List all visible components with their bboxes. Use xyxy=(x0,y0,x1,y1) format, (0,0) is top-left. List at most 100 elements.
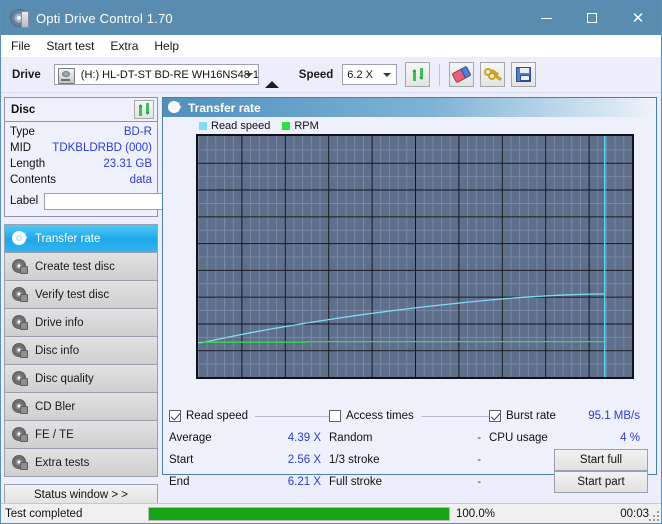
window-controls: ✕ xyxy=(523,1,661,35)
read-speed-header: Read speed xyxy=(169,410,329,422)
access-times-label: Access times xyxy=(346,410,414,422)
right-panel: Transfer rate Read speed RPM 2 X4 X6 X8 … xyxy=(161,93,661,493)
disc-row-contents: Contents data xyxy=(10,172,152,188)
drive-select-value: (H:) HL-DT-ST BD-RE WH16NS48 1.D3 xyxy=(80,68,258,81)
start-full-button[interactable]: Start full xyxy=(554,449,648,471)
burst-rate-value: 95.1 MB/s xyxy=(588,410,640,422)
speed-select[interactable]: 6.2 X xyxy=(342,64,398,85)
sidebar-item-disc-info[interactable]: Disc info xyxy=(5,337,157,365)
legend-label-read-speed: Read speed xyxy=(211,120,271,132)
series-rpm xyxy=(201,341,605,343)
app-window: Opti Drive Control 1.70 ✕ File Start tes… xyxy=(0,0,662,524)
save-icon xyxy=(516,67,532,82)
eject-button[interactable] xyxy=(264,68,287,88)
sidebar-item-create-test-disc[interactable]: Create test disc xyxy=(5,253,157,281)
sidebar-item-drive-info[interactable]: Drive info xyxy=(5,309,157,337)
status-message: Test completed xyxy=(5,507,83,520)
sidebar-item-fe-te[interactable]: FE / TE xyxy=(5,421,157,449)
save-button[interactable] xyxy=(511,62,537,87)
start-full-wrap: Start full xyxy=(489,449,648,471)
read-speed-label: Read speed xyxy=(186,410,249,422)
disc-label-label: Label xyxy=(10,195,39,207)
keys-icon xyxy=(484,67,503,82)
maximize-icon xyxy=(587,13,597,23)
disc-row-length: Length 23.31 GB xyxy=(10,156,152,172)
close-icon: ✕ xyxy=(631,10,645,27)
y-tick-mark xyxy=(196,190,198,191)
stats-row-3: End 6.21 X Full stroke - Start part xyxy=(169,471,648,493)
eraser-icon xyxy=(451,65,472,84)
sidebar-item-cd-bler[interactable]: CD Bler xyxy=(5,393,157,421)
main-body: Disc Type BD-R MID TDKBLDRBD (000) Lengt… xyxy=(1,93,661,506)
stats-row-2: Start 2.56 X 1/3 stroke - Start full xyxy=(169,449,648,471)
refresh-button[interactable] xyxy=(405,62,431,87)
maximize-button[interactable] xyxy=(569,1,615,35)
start-label: Start xyxy=(169,454,194,466)
menu-help[interactable]: Help xyxy=(154,35,179,57)
y-tick-mark-minor xyxy=(196,203,198,204)
resize-grip-icon[interactable] xyxy=(648,510,659,521)
end-row: End 6.21 X xyxy=(169,476,329,488)
transfer-rate-panel: Transfer rate Read speed RPM 2 X4 X6 X8 … xyxy=(162,97,657,493)
disc-refresh-button[interactable] xyxy=(134,100,154,119)
left-panel: Disc Type BD-R MID TDKBLDRBD (000) Lengt… xyxy=(1,93,247,506)
settings-keys-button[interactable] xyxy=(480,62,506,87)
stats-row-1: Average 4.39 X Random - CPU usage 4 % xyxy=(169,427,648,449)
sidebar-label: FE / TE xyxy=(35,428,74,441)
start-row: Start 2.56 X xyxy=(169,454,329,466)
progress-percent: 100.0% xyxy=(456,507,496,520)
chart-plot-area[interactable]: 2 X4 X6 X8 X10 X12 X14 X16 X18 X0.02.55.… xyxy=(196,134,634,379)
progress-bar xyxy=(148,506,450,521)
elapsed-time: 00:03 xyxy=(620,507,649,520)
minimize-button[interactable] xyxy=(523,1,569,35)
third-stroke-row: 1/3 stroke - xyxy=(329,454,489,466)
third-stroke-value: - xyxy=(477,454,481,466)
burst-rate-checkbox[interactable] xyxy=(489,410,501,422)
window-title: Opti Drive Control 1.70 xyxy=(36,10,173,26)
y-tick-mark xyxy=(196,137,198,138)
sidebar-item-disc-quality[interactable]: Disc quality xyxy=(5,365,157,393)
y-tick-mark xyxy=(196,324,198,325)
cd-bler-icon xyxy=(12,399,28,414)
y-tick-mark-minor xyxy=(196,311,198,312)
drive-label: Drive xyxy=(12,68,41,81)
transfer-rate-icon xyxy=(12,231,28,246)
third-stroke-label: 1/3 stroke xyxy=(329,454,380,466)
sidebar-label: CD Bler xyxy=(35,400,76,413)
menu-extra[interactable]: Extra xyxy=(110,35,138,57)
menu-start-test[interactable]: Start test xyxy=(46,35,94,57)
access-times-header: Access times xyxy=(329,410,489,422)
erase-button[interactable] xyxy=(449,62,475,87)
random-row: Random - xyxy=(329,432,489,444)
chevron-down-icon xyxy=(244,72,253,77)
sidebar-item-extra-tests[interactable]: Extra tests xyxy=(5,449,157,477)
y-tick-mark-minor xyxy=(196,337,198,338)
chart-title: Transfer rate xyxy=(188,100,261,115)
disc-panel-header: Disc xyxy=(5,98,157,122)
y-tick-mark xyxy=(196,297,198,298)
y-tick-mark-minor xyxy=(196,257,198,258)
full-stroke-value: - xyxy=(477,476,481,488)
chevron-down-icon xyxy=(383,72,392,77)
start-part-button[interactable]: Start part xyxy=(554,471,648,493)
y-tick-mark-minor xyxy=(196,284,198,285)
extra-tests-icon xyxy=(12,455,28,470)
menu-file[interactable]: File xyxy=(11,35,30,57)
disc-contents-value: data xyxy=(129,174,152,186)
sidebar-label: Transfer rate xyxy=(35,232,101,245)
sidebar-item-transfer-rate[interactable]: Transfer rate xyxy=(5,225,157,253)
end-value: 6.21 X xyxy=(287,476,321,488)
sidebar-item-verify-test-disc[interactable]: Verify test disc xyxy=(5,281,157,309)
y-tick-mark-minor xyxy=(196,230,198,231)
burst-rate-header: Burst rate 95.1 MB/s xyxy=(489,410,648,422)
chart-svg xyxy=(198,136,632,377)
disc-mid-label: MID xyxy=(10,142,32,154)
toolbar-divider xyxy=(439,63,441,86)
sidebar-label: Extra tests xyxy=(35,456,90,469)
legend-label-rpm: RPM xyxy=(294,120,319,132)
sidebar-label: Verify test disc xyxy=(35,288,110,301)
access-times-checkbox[interactable] xyxy=(329,410,341,422)
read-speed-checkbox[interactable] xyxy=(169,410,181,422)
drive-select[interactable]: (H:) HL-DT-ST BD-RE WH16NS48 1.D3 xyxy=(53,64,259,85)
close-button[interactable]: ✕ xyxy=(615,1,661,35)
